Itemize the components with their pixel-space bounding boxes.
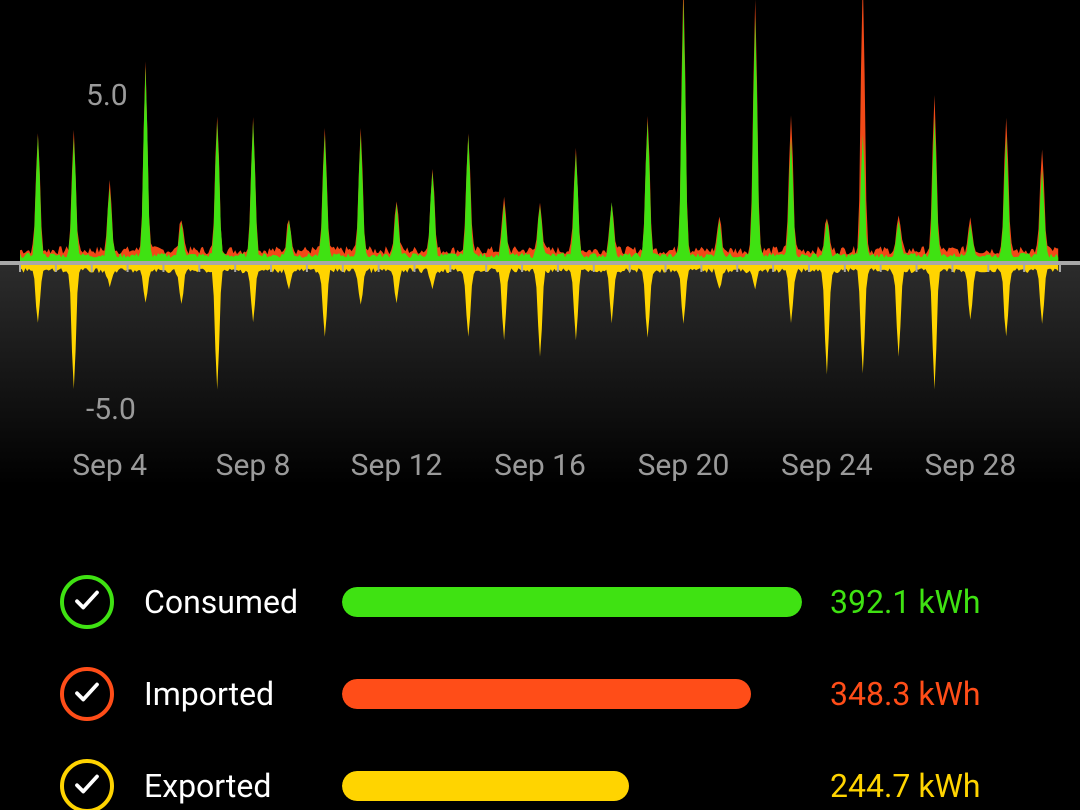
legend-label: Consumed: [144, 583, 342, 621]
legend-value: 348.3 kWh: [830, 675, 981, 713]
x-tick-label: Sep 20: [638, 448, 730, 483]
legend-bar-fill: [342, 771, 629, 801]
chart-canvas: [0, 0, 1080, 510]
x-tick-label: Sep 8: [216, 448, 291, 483]
y-tick-upper: 5.0: [86, 78, 128, 113]
legend-value: 392.1 kWh: [830, 583, 981, 621]
x-tick-label: Sep 28: [924, 448, 1016, 483]
x-tick-label: Sep 12: [351, 448, 443, 483]
legend-row-consumed[interactable]: Consumed 392.1 kWh: [60, 556, 1030, 648]
legend-bar-track: [342, 587, 802, 617]
legend-label: Imported: [144, 675, 342, 713]
y-tick-lower: -5.0: [86, 392, 136, 427]
legend-bar-track: [342, 679, 802, 709]
legend-row-exported[interactable]: Exported 244.7 kWh: [60, 740, 1030, 810]
check-icon: [72, 769, 102, 803]
legend-bar-fill: [342, 679, 751, 709]
energy-chart[interactable]: 5.0 -5.0 Sep 4Sep 8Sep 12Sep 16Sep 20Sep…: [0, 0, 1080, 510]
x-tick-label: Sep 16: [494, 448, 586, 483]
legend-bar-fill: [342, 587, 802, 617]
x-tick-label: Sep 4: [72, 448, 147, 483]
x-axis-labels: Sep 4 Sep 8 Sep 12 Sep 16 Sep 20 Sep 24 Sep 28: [0, 448, 1080, 488]
legend-toggle-consumed[interactable]: [60, 575, 114, 629]
legend: Consumed 392.1 kWh Imported 348.3 kWh Export…: [0, 510, 1080, 810]
legend-value: 244.7 kWh: [830, 767, 981, 805]
legend-bar-track: [342, 771, 802, 801]
x-tick-label: Sep 24: [781, 448, 873, 483]
check-icon: [72, 585, 102, 619]
legend-row-imported[interactable]: Imported 348.3 kWh: [60, 648, 1030, 740]
legend-toggle-exported[interactable]: [60, 759, 114, 810]
legend-label: Exported: [144, 767, 342, 805]
check-icon: [72, 677, 102, 711]
legend-toggle-imported[interactable]: [60, 667, 114, 721]
